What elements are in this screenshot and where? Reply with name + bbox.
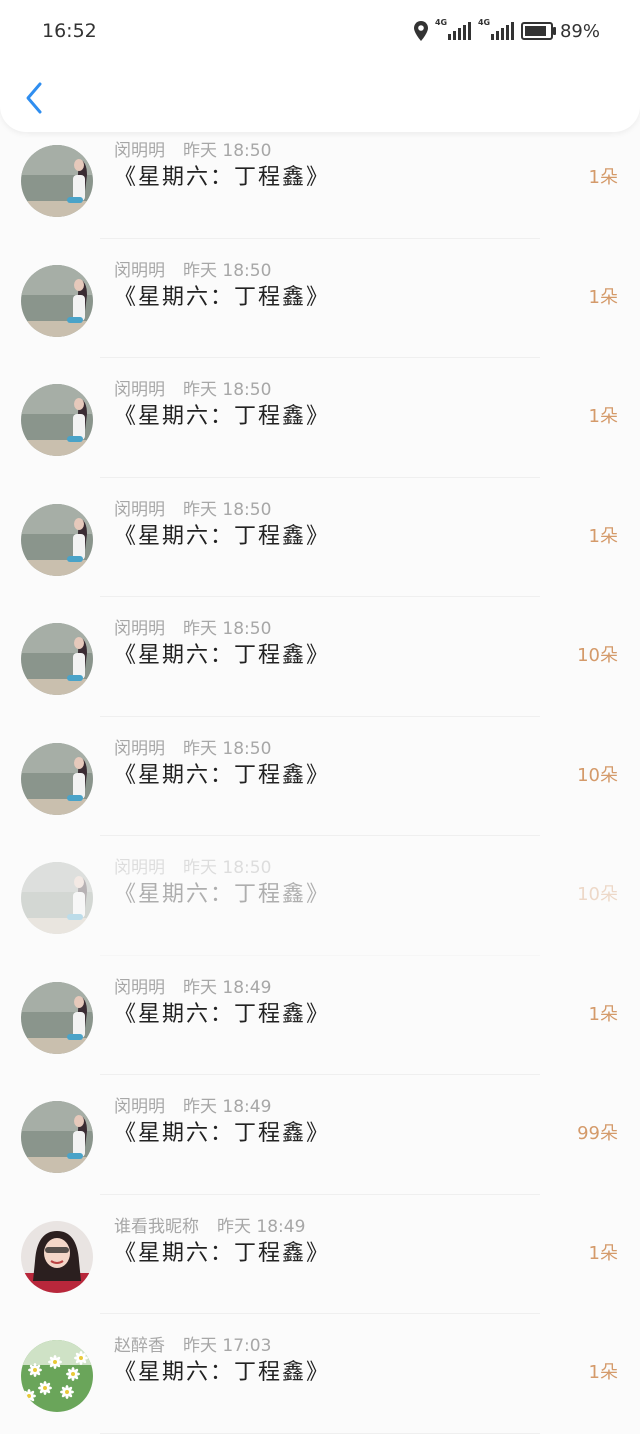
user-name[interactable]: 赵醉香 (114, 1336, 165, 1356)
flower-count: 10朵 (577, 884, 618, 905)
list-item[interactable]: 闵明明 昨天 18:50 《星期六：丁程鑫》 10朵 (0, 836, 640, 956)
user-name[interactable]: 闵明明 (114, 261, 165, 281)
avatar[interactable] (21, 264, 93, 337)
avatar[interactable] (21, 384, 93, 456)
flower-count: 1朵 (588, 1242, 618, 1264)
item-time: 昨天 18:50 (183, 141, 272, 161)
list-item[interactable]: 闵明明 昨天 18:50 《星期六：丁程鑫》 1朵 (0, 239, 640, 358)
flower-count: 1朵 (588, 406, 618, 427)
user-name[interactable]: 闵明明 (114, 141, 165, 161)
item-title: 《星期六：丁程鑫》 (114, 404, 331, 429)
avatar[interactable] (21, 1101, 93, 1173)
item-meta: 闵明明 昨天 18:50 (114, 256, 271, 281)
status-time: 16:52 (42, 20, 97, 42)
flower-count: 1朵 (588, 525, 618, 547)
avatar[interactable] (21, 862, 93, 934)
item-meta: 谁看我昵称 昨天 18:49 (114, 1212, 305, 1237)
item-title: 《星期六：丁程鑫》 (114, 762, 331, 788)
item-time: 昨天 18:49 (183, 1097, 272, 1117)
user-name[interactable]: 谁看我昵称 (114, 1217, 199, 1237)
user-name[interactable]: 闵明明 (114, 739, 165, 759)
item-meta: 闵明明 昨天 18:50 (114, 375, 271, 400)
flower-count: 10朵 (577, 764, 618, 786)
flower-count: 1朵 (588, 286, 618, 308)
flower-count: 99朵 (577, 1123, 618, 1144)
item-title: 《星期六：丁程鑫》 (114, 523, 331, 549)
list-item[interactable]: 闵明明 昨天 18:50 《星期六：丁程鑫》 1朵 (0, 119, 640, 239)
list-item[interactable]: 闵明明 昨天 18:49 《星期六：丁程鑫》 99朵 (0, 1075, 640, 1195)
item-title: 《星期六：丁程鑫》 (114, 1360, 331, 1385)
avatar[interactable] (21, 145, 93, 217)
flower-count: 1朵 (588, 167, 618, 188)
item-meta: 闵明明 昨天 18:50 (114, 734, 271, 759)
item-meta: 闵明明 昨天 18:50 (114, 614, 271, 639)
item-time: 昨天 17:03 (183, 1336, 272, 1356)
signal-icon: 4G (478, 18, 514, 40)
item-time: 昨天 18:50 (183, 260, 272, 281)
item-time: 昨天 18:50 (183, 738, 272, 759)
flower-count: 10朵 (577, 645, 618, 666)
item-title: 《星期六：丁程鑫》 (114, 882, 331, 907)
item-time: 昨天 18:50 (183, 619, 272, 639)
item-meta: 闵明明 昨天 18:49 (114, 1092, 271, 1117)
list-item[interactable]: 谁看我昵称 昨天 18:49 《星期六：丁程鑫》 1朵 (0, 1195, 640, 1314)
item-time: 昨天 18:49 (217, 1216, 306, 1237)
item-title: 《星期六：丁程鑫》 (114, 1240, 331, 1266)
list-item[interactable]: 闵明明 昨天 18:50 《星期六：丁程鑫》 10朵 (0, 717, 640, 836)
avatar[interactable] (21, 981, 93, 1054)
item-title: 《星期六：丁程鑫》 (114, 643, 331, 668)
list-item[interactable]: 闵明明 昨天 18:49 《星期六：丁程鑫》 1朵 (0, 956, 640, 1075)
item-meta: 赵醉香 昨天 17:03 (114, 1331, 271, 1356)
status-icons: 4G 4G 89% (413, 18, 600, 44)
user-name[interactable]: 闵明明 (114, 380, 165, 400)
item-meta: 闵明明 昨天 18:50 (114, 495, 271, 520)
location-icon (413, 21, 428, 41)
user-name[interactable]: 闵明明 (114, 978, 165, 998)
flower-count: 1朵 (588, 1362, 618, 1383)
item-time: 昨天 18:49 (183, 977, 272, 998)
top-bar: 16:52 4G 4G 89% (0, 0, 640, 132)
chevron-left-icon[interactable] (20, 78, 50, 118)
list-item[interactable]: 闵明明 昨天 18:50 《星期六：丁程鑫》 1朵 (0, 358, 640, 478)
list-item[interactable]: 闵明明 昨天 18:50 《星期六：丁程鑫》 1朵 (0, 478, 640, 597)
item-meta: 闵明明 昨天 18:50 (114, 136, 271, 161)
avatar[interactable] (21, 503, 93, 576)
avatar[interactable] (21, 623, 93, 695)
signal-icon: 4G (435, 18, 471, 40)
item-meta: 闵明明 昨天 18:49 (114, 973, 271, 998)
avatar[interactable] (21, 742, 93, 815)
item-title: 《星期六：丁程鑫》 (114, 1121, 331, 1146)
user-name[interactable]: 闵明明 (114, 858, 165, 878)
item-title: 《星期六：丁程鑫》 (114, 284, 331, 310)
item-meta: 闵明明 昨天 18:50 (114, 853, 271, 878)
item-time: 昨天 18:50 (183, 858, 272, 878)
user-name[interactable]: 闵明明 (114, 619, 165, 639)
item-title: 《星期六：丁程鑫》 (114, 1001, 331, 1027)
list-item[interactable]: 闵明明 昨天 18:50 《星期六：丁程鑫》 10朵 (0, 597, 640, 717)
item-time: 昨天 18:50 (183, 499, 272, 520)
flower-count: 1朵 (588, 1003, 618, 1025)
list-item[interactable]: 赵醉香 昨天 17:03 《星期六：丁程鑫》 1朵 (0, 1314, 640, 1434)
status-bar: 16:52 4G 4G 89% (0, 0, 640, 62)
reward-list: 闵明明 昨天 18:50 《星期六：丁程鑫》 1朵 闵明明 昨天 18:50 《星期六：丁程… (0, 0, 640, 1434)
user-name[interactable]: 闵明明 (114, 500, 165, 520)
item-title: 《星期六：丁程鑫》 (114, 165, 331, 190)
avatar[interactable] (21, 1340, 93, 1412)
battery-percent: 89% (559, 20, 600, 42)
divider (100, 1432, 540, 1434)
battery-icon (520, 22, 556, 40)
user-name[interactable]: 闵明明 (114, 1097, 165, 1117)
avatar[interactable] (21, 1220, 93, 1293)
item-time: 昨天 18:50 (183, 380, 272, 400)
